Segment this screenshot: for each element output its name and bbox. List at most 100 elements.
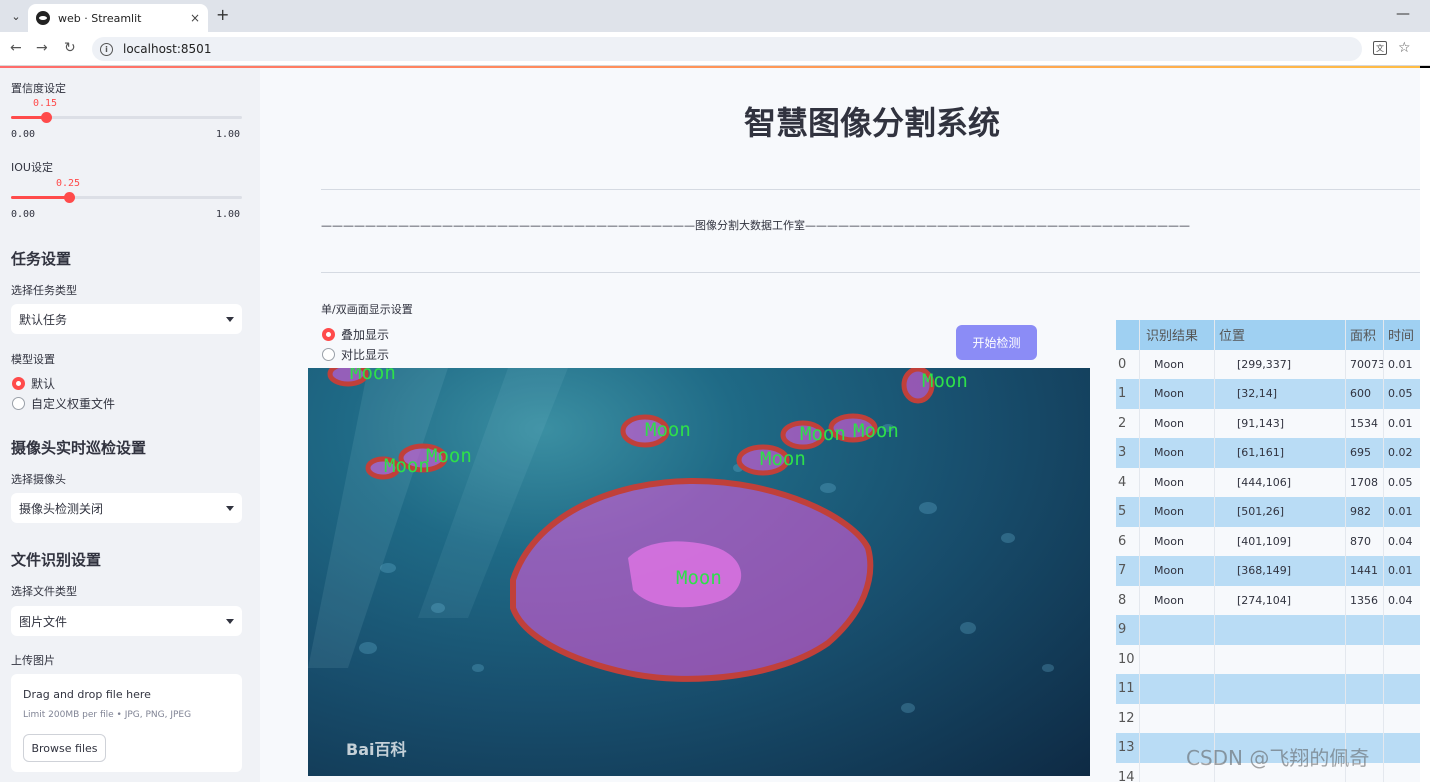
table-cell: [1215, 615, 1346, 645]
table-row: 7 Moon [368,149] 1441 0.01: [1116, 556, 1420, 586]
browser-tab[interactable]: web · Streamlit ×: [28, 4, 208, 32]
table-cell: 7: [1116, 556, 1140, 586]
main-content: 智慧图像分割系统 ———————————————————————————————…: [260, 68, 1420, 782]
url-text: localhost:8501: [123, 42, 212, 56]
model-option-custom[interactable]: 自定义权重文件: [12, 395, 115, 412]
table-header-cell: [1116, 320, 1140, 350]
table-cell: 0.01: [1388, 564, 1413, 578]
table-cell: [444,106]: [1215, 467, 1346, 497]
model-option-label: 默认: [31, 377, 56, 391]
table-cell: [1215, 674, 1346, 704]
confidence-slider[interactable]: [11, 112, 242, 123]
table-cell: [1346, 644, 1384, 674]
bookmark-star-icon[interactable]: ☆: [1398, 40, 1411, 56]
table-cell: [1384, 645, 1420, 675]
camera-select[interactable]: 摄像头检测关闭: [11, 493, 242, 523]
detection-label: Moon: [922, 370, 968, 392]
file-uploader-dropzone[interactable]: Drag and drop file here Limit 200MB per …: [11, 674, 242, 772]
table-cell: 695: [1346, 438, 1384, 468]
table-row: 8 Moon [274,104] 1356 0.04: [1116, 585, 1420, 615]
iou-label: IOU设定: [11, 161, 53, 174]
forward-arrow-icon[interactable]: →: [36, 40, 48, 56]
table-cell: Moon: [1140, 379, 1215, 409]
table-cell: [1140, 674, 1215, 704]
chevron-down-icon: [226, 316, 234, 322]
table-cell: Moon: [1140, 438, 1215, 468]
table-cell: Moon: [1140, 467, 1215, 497]
tab-search-chevron-icon[interactable]: ⌄: [6, 6, 26, 26]
chevron-down-icon: [226, 505, 234, 511]
table-cell: [274,104]: [1215, 585, 1346, 615]
table-cell: Moon: [1140, 497, 1215, 527]
table-cell: 0.02: [1388, 446, 1413, 460]
reload-icon[interactable]: ↻: [64, 40, 76, 56]
image-watermark-logo: Bai百科: [346, 740, 406, 759]
table-cell: 12: [1116, 703, 1140, 733]
detection-label: Moon: [760, 448, 806, 470]
table-cell: 0.04: [1388, 534, 1413, 548]
task-type-value: 默认任务: [19, 312, 68, 327]
table-row: 4 Moon [444,106] 1708 0.05: [1116, 467, 1420, 497]
iou-value: 0.25: [56, 178, 81, 189]
page-title: 智慧图像分割系统: [743, 104, 1000, 142]
translate-icon[interactable]: 文: [1373, 41, 1387, 55]
page-scrollbar[interactable]: [1420, 68, 1430, 782]
divider: [321, 189, 1420, 190]
display-option-overlay[interactable]: 叠加显示: [322, 326, 389, 343]
table-row: 3 Moon [61,161] 695 0.02: [1116, 438, 1420, 468]
camera-value: 摄像头检测关闭: [19, 501, 104, 516]
url-field[interactable]: i localhost:8501: [92, 37, 1362, 61]
display-mode-label: 单/双画面显示设置: [321, 303, 413, 316]
radio-unselected-icon: [12, 397, 25, 410]
streamlit-favicon-icon: [36, 11, 50, 25]
model-option-default[interactable]: 默认: [12, 375, 55, 392]
detection-label: Moon: [645, 419, 691, 441]
iou-slider-thumb[interactable]: [63, 192, 75, 203]
back-arrow-icon[interactable]: ←: [10, 40, 22, 56]
browse-files-button[interactable]: Browse files: [23, 734, 106, 762]
task-type-label: 选择任务类型: [11, 284, 77, 297]
model-label: 模型设置: [11, 353, 55, 366]
task-type-select[interactable]: 默认任务: [11, 304, 242, 334]
divider: [321, 272, 1420, 273]
table-cell: [1140, 703, 1215, 733]
tab-title: web · Streamlit: [58, 11, 142, 25]
table-cell: [1140, 644, 1215, 674]
chevron-down-icon: [226, 618, 234, 624]
display-option-compare[interactable]: 对比显示: [322, 346, 389, 363]
table-row: 9: [1116, 615, 1420, 645]
table-cell: [1384, 763, 1420, 782]
camera-section-heading: 摄像头实时巡检设置: [11, 439, 147, 457]
table-header-cell: 位置: [1215, 320, 1346, 350]
table-cell: [1346, 615, 1384, 645]
camera-label: 选择摄像头: [11, 473, 66, 486]
address-bar: ← → ↻ i localhost:8501 文 ☆: [0, 32, 1430, 66]
table-cell: Moon: [1140, 556, 1215, 586]
table-cell: [401,109]: [1215, 526, 1346, 556]
display-option-label: 叠加显示: [341, 328, 390, 342]
browser-tabbar: ⌄ web · Streamlit × + —: [0, 0, 1430, 32]
table-cell: 0.01: [1388, 416, 1413, 430]
table-cell: [501,26]: [1215, 497, 1346, 527]
file-type-value: 图片文件: [19, 614, 68, 629]
detection-label: Moon: [676, 567, 722, 589]
new-tab-icon[interactable]: +: [216, 5, 229, 24]
upload-title: Drag and drop file here: [23, 688, 151, 701]
table-cell: [1384, 733, 1420, 763]
iou-slider[interactable]: [11, 192, 242, 203]
confidence-label: 置信度设定: [11, 82, 66, 95]
table-cell: 1441: [1346, 556, 1384, 586]
table-cell: 11: [1116, 674, 1140, 704]
start-detection-button[interactable]: 开始检测: [956, 325, 1037, 360]
iou-min: 0.00: [11, 209, 36, 220]
table-cell: 982: [1346, 497, 1384, 527]
window-minimize-icon[interactable]: —: [1396, 6, 1410, 22]
tab-close-icon[interactable]: ×: [190, 11, 200, 25]
table-cell: 8: [1116, 585, 1140, 615]
file-type-select[interactable]: 图片文件: [11, 606, 242, 636]
site-info-icon[interactable]: i: [100, 42, 113, 56]
confidence-slider-thumb[interactable]: [40, 112, 52, 123]
detection-label: Moon: [350, 368, 396, 384]
csdn-watermark: CSDN @飞翔的佩奇: [1186, 746, 1370, 770]
light-ray: [308, 368, 448, 668]
